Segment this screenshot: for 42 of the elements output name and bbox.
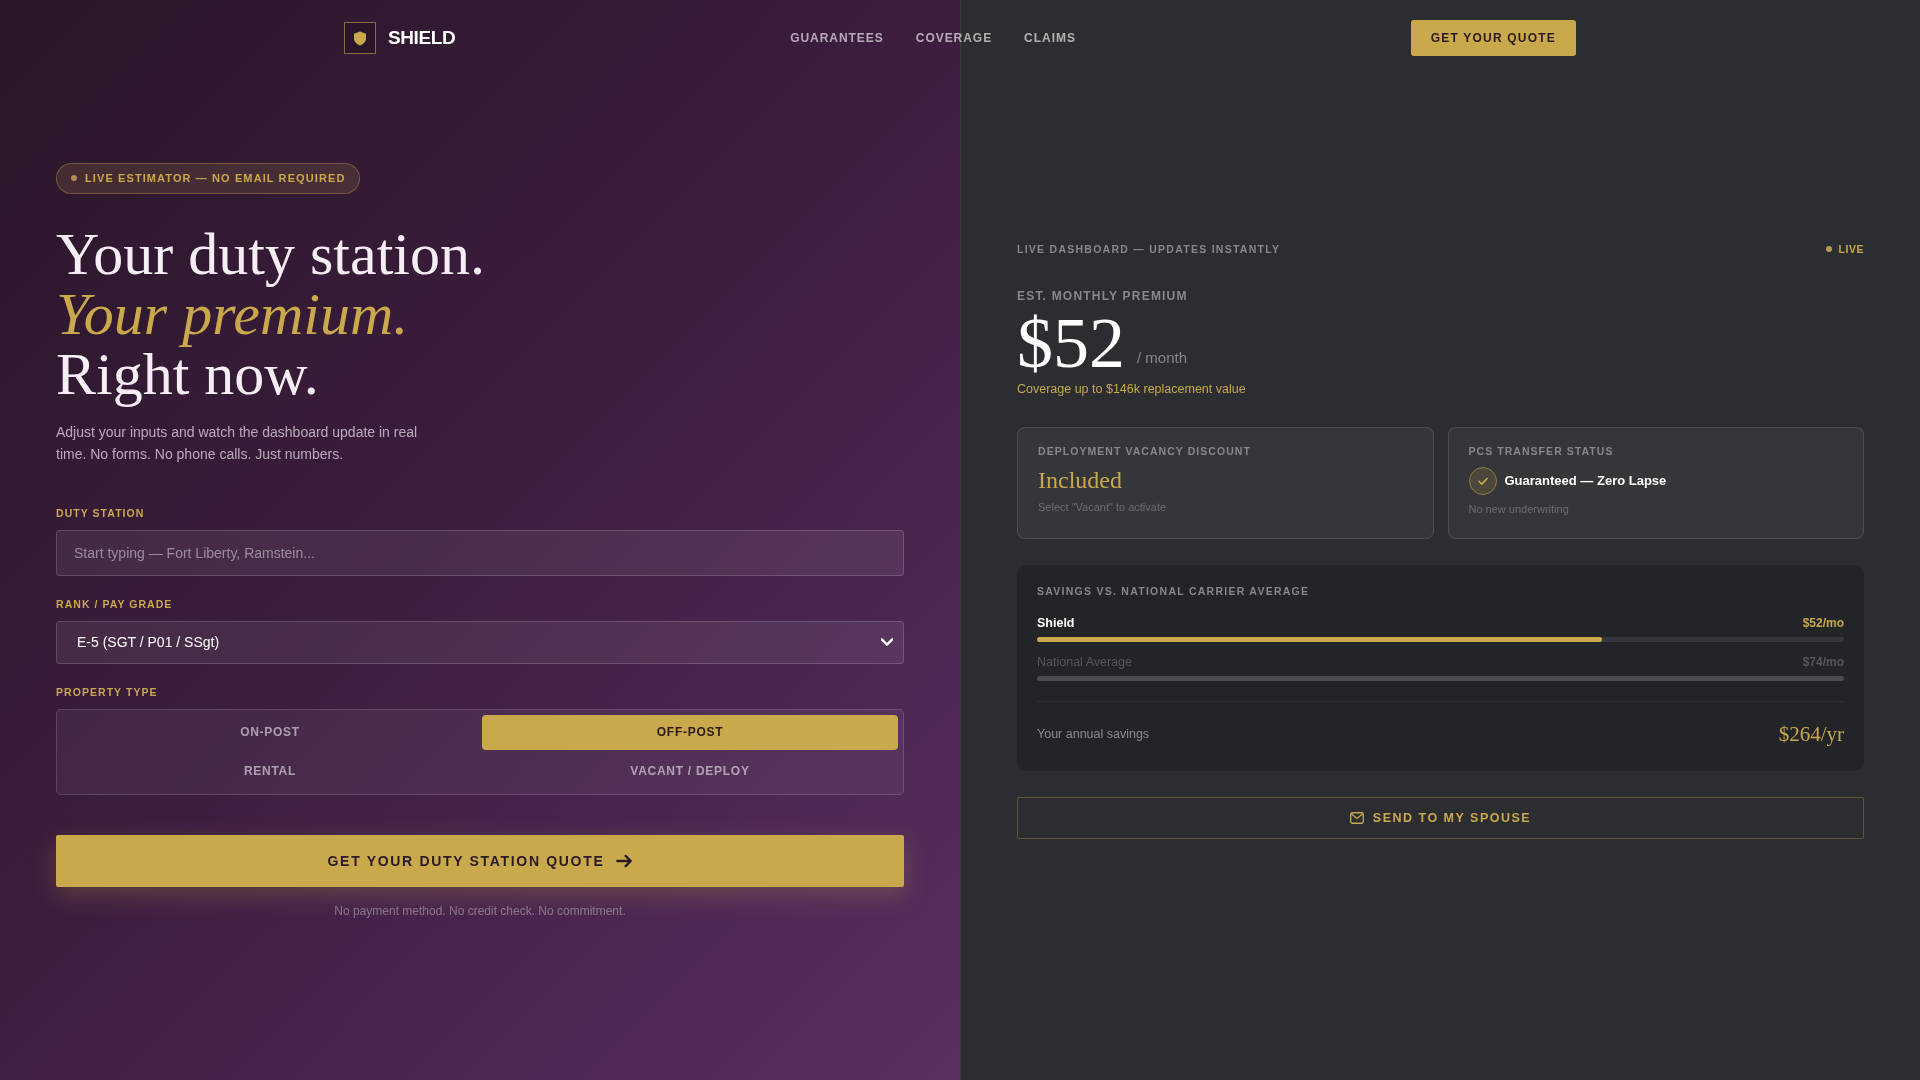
arrow-right-icon (616, 852, 633, 869)
field-label: PROPERTY TYPE (56, 684, 158, 699)
field-label: RANK / PAY GRADE (56, 596, 173, 611)
badge-text: LIVE ESTIMATOR — NO EMAIL REQUIRED (85, 172, 346, 184)
duty-station-quote-button[interactable]: GET YOUR DUTY STATION QUOTE (56, 834, 904, 887)
nav-link[interactable]: CLAIMS (1024, 30, 1076, 45)
dashboard-heading: LIVE DASHBOARD — UPDATES INSTANTLY (1017, 241, 1281, 256)
status-dot-icon (71, 175, 77, 181)
property-type-option[interactable]: RENTAL (62, 753, 478, 789)
status-text: Guaranteed — Zero Lapse (1504, 473, 1667, 488)
check-circle-icon (1468, 466, 1497, 495)
send-to-spouse-button[interactable]: SEND TO MY SPOUSE (1017, 796, 1864, 839)
annual-savings-label: Your annual savings (1037, 727, 1150, 741)
property-type-option[interactable]: VACANT / DEPLOY (482, 753, 898, 789)
nav-link[interactable]: GUARANTEES (790, 30, 884, 45)
shield-logo-icon (344, 21, 376, 54)
rank-select[interactable]: E-5 (SGT / P01 / SSgt) (56, 620, 904, 664)
chevron-down-icon (881, 636, 893, 648)
savings-title: SAVINGS VS. NATIONAL CARRIER AVERAGE (1037, 584, 1310, 598)
get-quote-button[interactable]: GET YOUR QUOTE (1410, 19, 1576, 56)
card-title: DEPLOYMENT VACANCY DISCOUNT (1038, 444, 1251, 458)
property-type-option[interactable]: ON-POST (62, 714, 478, 750)
card-note: No new underwriting (1468, 502, 1569, 515)
nav-link[interactable]: COVERAGE (915, 30, 993, 45)
property-type-option[interactable]: OFF-POST (482, 714, 898, 750)
premium-label: EST. MONTHLY PREMIUM (1017, 288, 1188, 303)
comparison-name: Shield (1037, 614, 1075, 631)
logo-text: SHIELD (388, 26, 456, 49)
premium-unit: / month (1137, 348, 1188, 366)
card-title: PCS TRANSFER STATUS (1468, 444, 1614, 458)
comparison-amount: $52/mo (1802, 614, 1844, 631)
live-status: LIVE (1838, 242, 1864, 255)
disclaimer-text: No payment method. No credit check. No commitment. (334, 903, 626, 918)
premium-amount: $52 (1017, 306, 1125, 379)
coverage-note: Coverage up to $146k replacement value (1017, 381, 1246, 396)
envelope-icon (1349, 811, 1364, 824)
discount-value: Included (1038, 465, 1122, 495)
card-note: Select "Vacant" to activate (1038, 500, 1167, 513)
live-dot-icon (1825, 245, 1832, 252)
intro-text: Adjust your inputs and watch the dashboard update in real time. No forms. No phone calls. Just numbers. (56, 422, 419, 464)
field-label: DUTY STATION (56, 505, 145, 520)
annual-savings-value: $264/yr (1778, 721, 1844, 747)
